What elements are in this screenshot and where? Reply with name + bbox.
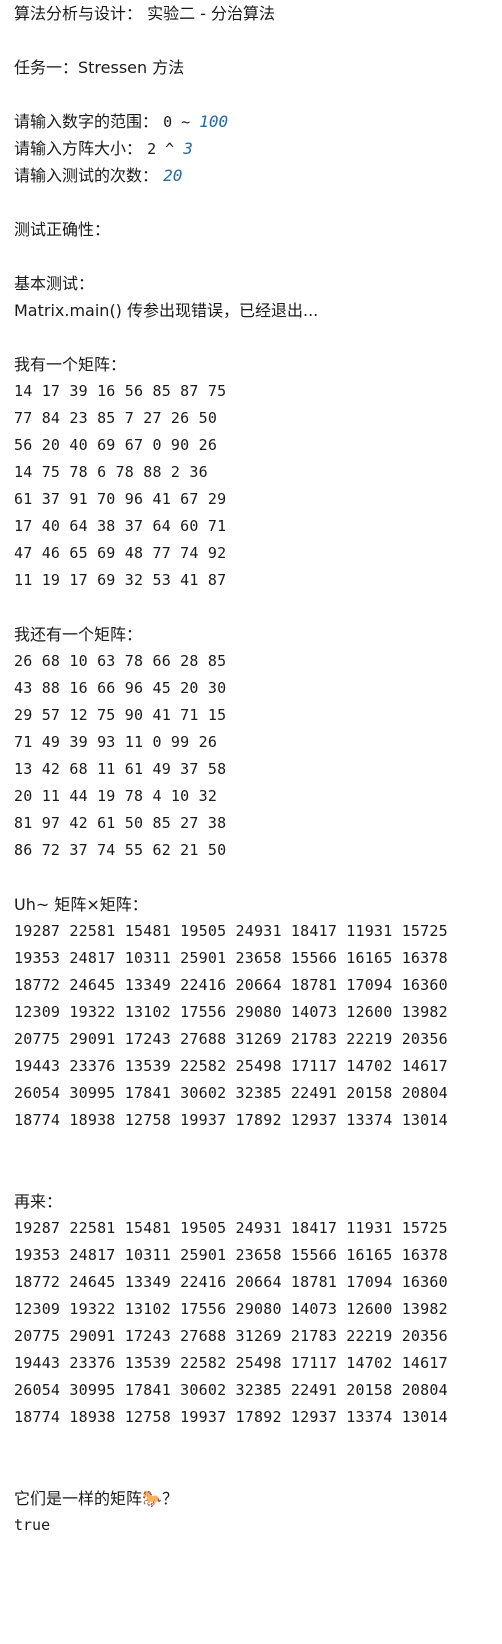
matrix-b-row: 86 72 37 74 55 62 21 50 xyxy=(14,841,227,859)
matrix-a-row: 14 75 78 6 78 88 2 36 xyxy=(14,463,208,481)
range-prompt: 请输入数字的范围： xyxy=(14,112,159,131)
size-input-line: 请输入方阵大小： 2 ^ 3 xyxy=(14,135,502,162)
matrix-a-row: 47 46 65 69 48 77 74 92 xyxy=(14,544,227,562)
matrix-b-row: 71 49 39 93 11 0 99 26 xyxy=(14,733,218,751)
count-prompt: 请输入测试的次数： xyxy=(14,166,159,185)
basic-test-heading: 基本测试： xyxy=(14,274,95,293)
matrix-a-label: 我有一个矩阵： xyxy=(14,355,127,374)
product-row: 19443 23376 13539 22582 25498 17117 1470… xyxy=(14,1057,448,1075)
matrix-b-row: 20 11 44 19 78 4 10 32 xyxy=(14,787,218,805)
experiment-title: 实验二 - 分治算法 xyxy=(147,4,276,23)
again-row: 20775 29091 17243 27688 31269 21783 2221… xyxy=(14,1327,448,1345)
again-row: 19443 23376 13539 22582 25498 17117 1470… xyxy=(14,1354,448,1372)
product-row: 26054 30995 17841 30602 32385 22491 2015… xyxy=(14,1084,448,1102)
matrix-a-row: 61 37 91 70 96 41 67 29 xyxy=(14,490,227,508)
matrix-b-label: 我还有一个矩阵： xyxy=(14,625,143,644)
again-row: 18772 24645 13349 22416 20664 18781 1709… xyxy=(14,1273,448,1291)
matrix-a-row: 56 20 40 69 67 0 90 26 xyxy=(14,436,218,454)
size-value-input[interactable]: 3 xyxy=(183,139,193,158)
size-prefix: 2 ^ xyxy=(147,140,184,158)
matrix-b-row: 26 68 10 63 78 66 28 85 xyxy=(14,652,227,670)
task-title: 任务一：Stressen 方法 xyxy=(14,58,185,77)
range-input-line: 请输入数字的范围： 0 ~ 100 xyxy=(14,108,502,135)
matrix-a: 14 17 39 16 56 85 87 75 77 84 23 85 7 27… xyxy=(14,378,502,594)
matrix-b-row: 43 88 16 66 96 45 20 30 xyxy=(14,679,227,697)
question-text: 它们是一样的矩阵 xyxy=(14,1489,143,1508)
matrix-a-row: 17 40 64 38 37 64 60 71 xyxy=(14,517,227,535)
size-prompt: 请输入方阵大小： xyxy=(14,139,143,158)
product-matrix: 19287 22581 15481 19505 24931 18417 1193… xyxy=(14,918,502,1134)
again-row: 12309 19322 13102 17556 29080 14073 1260… xyxy=(14,1300,448,1318)
matrix-b-row: 13 42 68 11 61 49 37 58 xyxy=(14,760,227,778)
course-header-line: 算法分析与设计： 实验二 - 分治算法 xyxy=(14,0,502,27)
count-value-input[interactable]: 20 xyxy=(163,166,182,185)
product-row: 12309 19322 13102 17556 29080 14073 1260… xyxy=(14,1003,448,1021)
again-matrix: 19287 22581 15481 19505 24931 18417 1193… xyxy=(14,1215,502,1431)
range-prefix: 0 ~ xyxy=(163,113,200,131)
matrix-a-row: 11 19 17 69 32 53 41 87 xyxy=(14,571,227,589)
again-row: 19287 22581 15481 19505 24931 18417 1193… xyxy=(14,1219,448,1237)
matrix-a-row: 14 17 39 16 56 85 87 75 xyxy=(14,382,227,400)
console-output: 算法分析与设计： 实验二 - 分治算法 任务一：Stressen 方法 请输入数… xyxy=(0,0,502,1644)
question-mark: ？ xyxy=(161,1489,178,1508)
comparison-question: 它们是一样的矩阵🐎？ xyxy=(14,1485,502,1512)
again-row: 18774 18938 12758 19937 17892 12937 1337… xyxy=(14,1408,448,1426)
product-row: 19353 24817 10311 25901 23658 15566 1616… xyxy=(14,949,448,967)
matrix-b-row: 81 97 42 61 50 85 27 38 xyxy=(14,814,227,832)
course-title: 算法分析与设计： xyxy=(14,4,143,23)
matrix-b-row: 29 57 12 75 90 41 71 15 xyxy=(14,706,227,724)
again-row: 19353 24817 10311 25901 23658 15566 1616… xyxy=(14,1246,448,1264)
range-value-input[interactable]: 100 xyxy=(199,112,228,131)
count-input-line: 请输入测试的次数： 20 xyxy=(14,162,502,189)
product-row: 19287 22581 15481 19505 24931 18417 1193… xyxy=(14,922,448,940)
product-label: Uh~ 矩阵×矩阵： xyxy=(14,895,148,914)
product-row: 18772 24645 13349 22416 20664 18781 1709… xyxy=(14,976,448,994)
again-row: 26054 30995 17841 30602 32385 22491 2015… xyxy=(14,1381,448,1399)
matrix-b: 26 68 10 63 78 66 28 85 43 88 16 66 96 4… xyxy=(14,648,502,864)
error-message: Matrix.main() 传参出现错误，已经退出... xyxy=(14,301,319,320)
matrix-a-row: 77 84 23 85 7 27 26 50 xyxy=(14,409,218,427)
again-label: 再来： xyxy=(14,1192,63,1211)
comparison-result: true xyxy=(14,1516,51,1534)
blank-lines xyxy=(14,1431,502,1485)
blank-lines xyxy=(14,1134,502,1188)
product-row: 20775 29091 17243 27688 31269 21783 2221… xyxy=(14,1030,448,1048)
horse-icon: 🐎 xyxy=(142,1489,162,1508)
correctness-heading: 测试正确性： xyxy=(14,220,111,239)
product-row: 18774 18938 12758 19937 17892 12937 1337… xyxy=(14,1111,448,1129)
